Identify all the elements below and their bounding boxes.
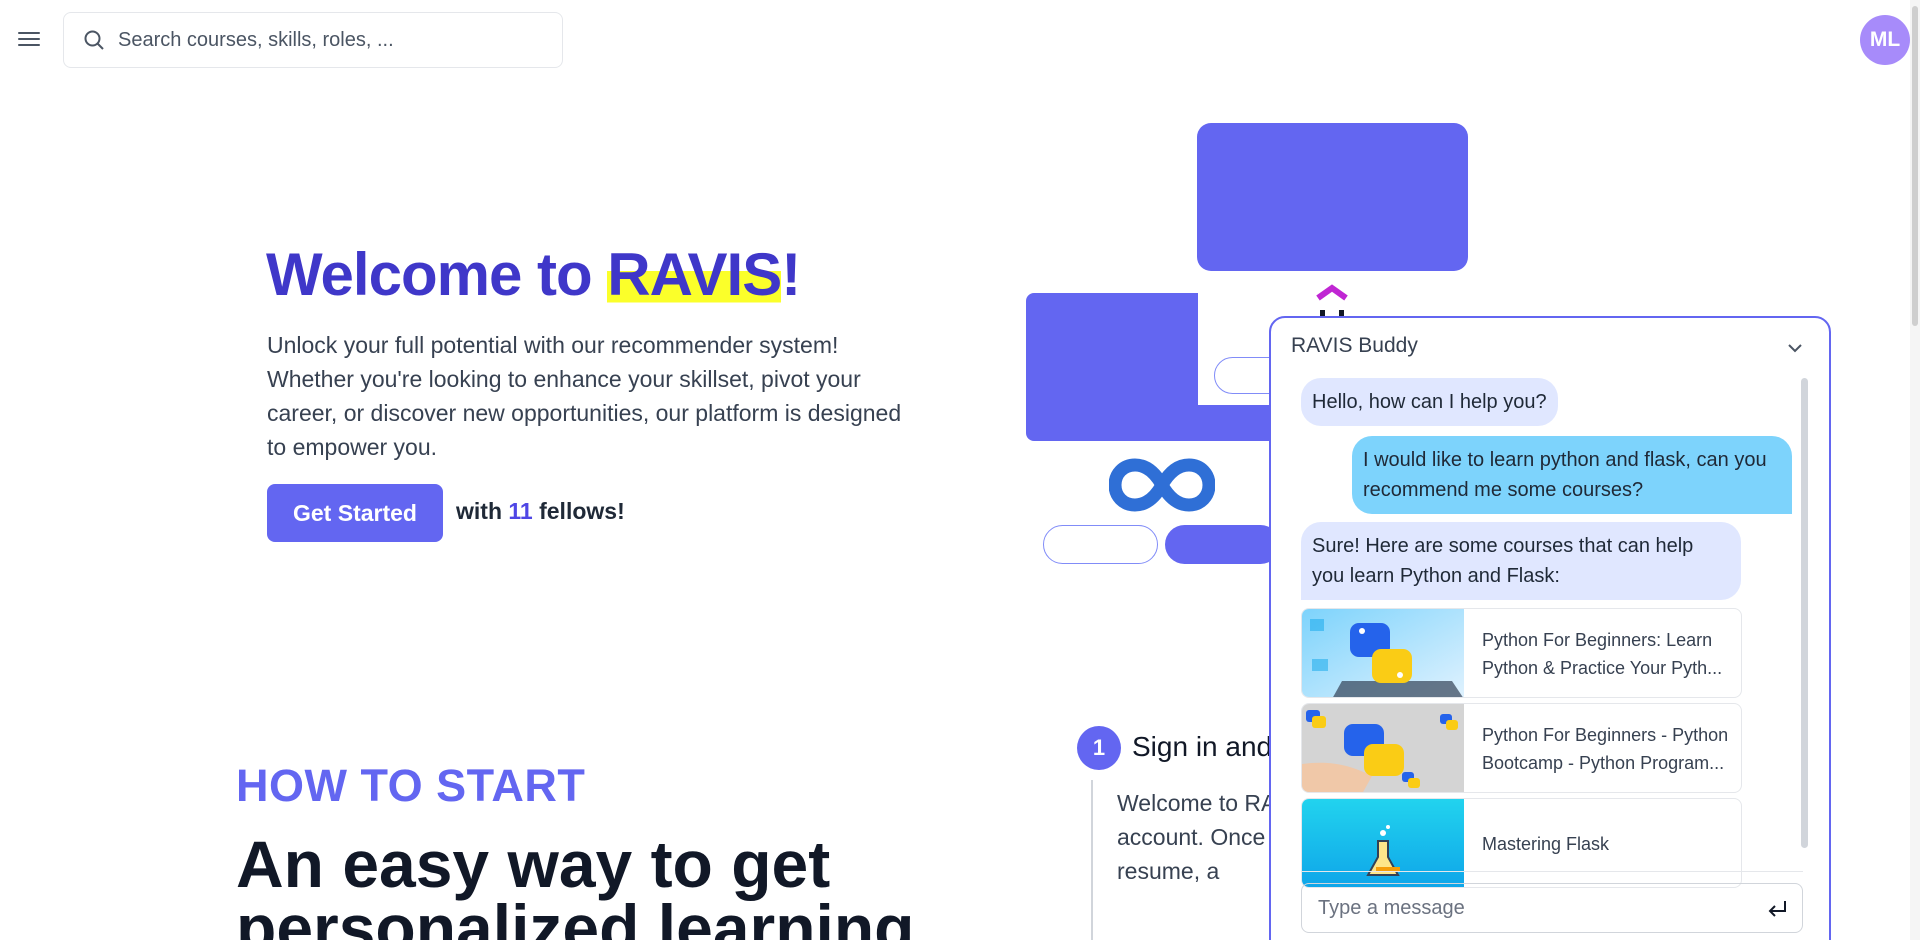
page: ML Welcome to RAVIS! Unlock your full po… <box>0 0 1920 940</box>
page-scrollbar-thumb[interactable] <box>1912 6 1918 326</box>
how-to-start-label: HOW TO START <box>236 760 586 811</box>
chat-title: RAVIS Buddy <box>1291 334 1418 357</box>
course-title: Mastering Flask <box>1482 834 1610 854</box>
fellows-count: 11 <box>508 498 533 524</box>
course-thumbnail <box>1302 704 1464 792</box>
fellows-suffix: fellows! <box>532 498 625 524</box>
illustration-block-top <box>1197 123 1468 271</box>
chat-message-bot: Hello, how can I help you? <box>1301 378 1558 426</box>
enter-send-icon[interactable] <box>1766 898 1788 920</box>
page-scrollbar[interactable] <box>1910 0 1920 940</box>
hero-title-brand: RAVIS <box>607 241 782 308</box>
fellows-count-text: with 11 fellows! <box>456 498 625 525</box>
search-input[interactable] <box>118 28 538 52</box>
step-connector-line <box>1091 780 1093 940</box>
chevron-down-icon[interactable] <box>1785 338 1805 358</box>
course-card[interactable]: Python For Beginners: Learn Python & Pra… <box>1301 608 1742 698</box>
get-started-button[interactable]: Get Started <box>267 484 443 542</box>
course-card[interactable]: Python For Beginners - Python Bootcamp -… <box>1301 703 1742 793</box>
infinity-logo-icon <box>1109 458 1215 512</box>
chat-input-box[interactable] <box>1301 883 1803 933</box>
hero-title: Welcome to RAVIS! <box>266 240 801 309</box>
fellows-prefix: with <box>456 498 509 524</box>
search-box[interactable] <box>63 12 563 68</box>
chat-divider <box>1301 871 1803 872</box>
hero-description: Unlock your full potential with our reco… <box>267 332 902 460</box>
course-thumbnail <box>1302 799 1464 887</box>
step-title: Sign in and <box>1132 731 1273 762</box>
hero-title-suffix: ! <box>781 241 801 308</box>
course-thumbnail <box>1302 609 1464 697</box>
chat-scrollbar[interactable] <box>1801 378 1808 848</box>
illustration-block-join <box>1190 405 1272 441</box>
course-title: Python For Beginners - Python Bootcamp -… <box>1482 725 1729 773</box>
how-to-start-title: An easy way to get personalized learning <box>236 827 915 940</box>
course-title: Python For Beginners: Learn Python & Pra… <box>1482 630 1723 678</box>
illustration-pill-outline-bottom <box>1043 525 1158 564</box>
illustration-pill-filled-bottom <box>1165 525 1280 564</box>
hero-title-prefix: Welcome to <box>266 241 608 308</box>
step-number-badge: 1 <box>1077 726 1121 770</box>
hamburger-menu-icon[interactable] <box>18 28 40 50</box>
course-card[interactable]: Mastering Flask <box>1301 798 1742 888</box>
illustration-block-left <box>1026 293 1198 441</box>
chat-message-bot: Sure! Here are some courses that can hel… <box>1301 522 1741 600</box>
chevron-up-icon <box>1316 284 1348 320</box>
chat-widget: RAVIS Buddy Hello, how can I help you? I… <box>1269 316 1831 940</box>
chat-message-user: I would like to learn python and flask, … <box>1352 436 1792 514</box>
chat-message-input[interactable] <box>1318 896 1738 920</box>
user-avatar[interactable]: ML <box>1860 15 1910 65</box>
search-icon <box>84 30 104 50</box>
